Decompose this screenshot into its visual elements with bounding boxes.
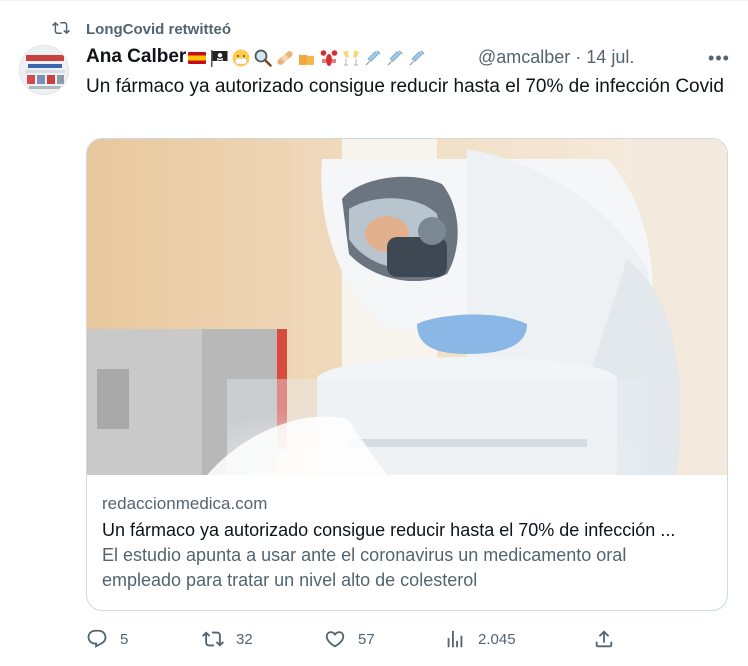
pirate-flag-icon [211, 50, 228, 67]
bar-chart-icon [447, 630, 463, 648]
view-count: 2.045 [478, 630, 516, 648]
retweet-button[interactable]: 32 [202, 625, 253, 653]
syringe-icon [387, 50, 403, 66]
top-divider [0, 0, 748, 1]
card-meta: redaccionmedica.com Un fármaco ya autori… [102, 491, 717, 593]
like-button[interactable]: 57 [324, 625, 375, 653]
syringe-icon [365, 50, 381, 66]
retweet-icon [202, 631, 224, 647]
action-bar: 5 32 57 2.045 [86, 625, 726, 653]
bandage-icon [277, 51, 293, 65]
tweet-text: Un fármaco ya autorizado consigue reduci… [86, 76, 724, 97]
share-button[interactable] [593, 625, 615, 653]
lobster-icon [320, 50, 338, 66]
reply-button[interactable]: 5 [86, 625, 128, 653]
social-context[interactable]: LongCovid retwitteó [52, 19, 231, 42]
beer-mugs-icon [299, 52, 314, 65]
reply-icon [87, 629, 107, 648]
syringe-icon [409, 50, 425, 66]
avatar[interactable] [19, 45, 69, 95]
spain-flag-icon [188, 52, 206, 64]
like-count: 57 [358, 630, 375, 648]
share-icon [595, 630, 613, 648]
author-handle-and-date[interactable]: @amcalber · 14 jul. [478, 47, 634, 68]
card-domain: redaccionmedica.com [102, 494, 268, 513]
heart-icon [325, 631, 345, 648]
author-emojis [187, 47, 427, 69]
card-description: El estudio apunta a usar ante el coronav… [102, 545, 627, 590]
card-title: Un fármaco ya autorizado consigue reduci… [102, 520, 676, 540]
tweet-header: Ana Calber @amcalber · 14 jul. ••• [86, 45, 736, 71]
mask-face-icon [232, 49, 250, 67]
retweet-count: 32 [236, 630, 253, 648]
card-image[interactable] [87, 139, 727, 475]
more-options-button[interactable]: ••• [706, 45, 732, 71]
retweet-icon [52, 19, 70, 42]
clinking-glasses-icon [343, 50, 359, 66]
reply-count: 5 [120, 630, 129, 648]
retweeted-by-label: LongCovid retwitteó [86, 21, 231, 38]
author-name[interactable]: Ana Calber [86, 46, 186, 68]
views-button[interactable]: 2.045 [444, 625, 516, 653]
link-card[interactable]: redaccionmedica.com Un fármaco ya autori… [86, 138, 728, 611]
magnifier-icon [254, 49, 272, 67]
